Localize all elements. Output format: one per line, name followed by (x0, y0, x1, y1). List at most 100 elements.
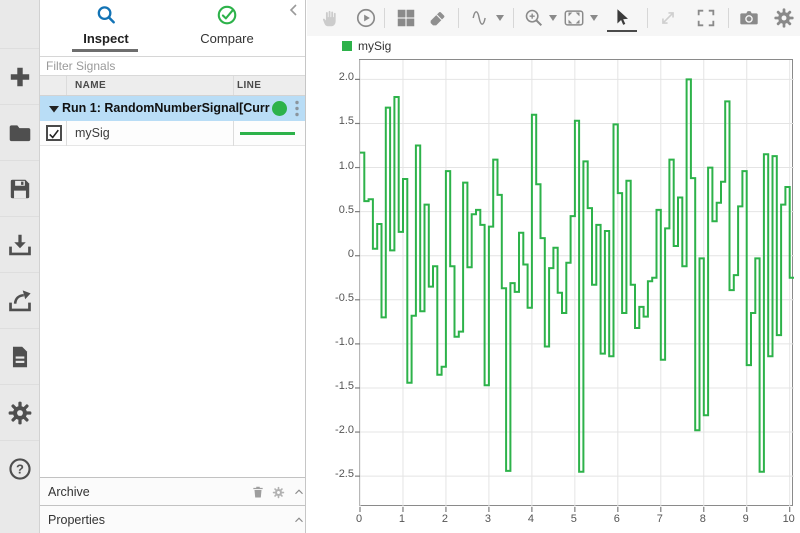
column-header-name: NAME (75, 80, 107, 91)
x-axis-tick-label: 7 (656, 513, 663, 525)
x-axis-tick-label: 0 (355, 513, 363, 525)
collapse-panel-button[interactable] (287, 2, 301, 18)
help-button[interactable]: ? (0, 440, 39, 496)
chevron-left-icon (289, 4, 297, 16)
signal-line-swatch (240, 132, 295, 135)
y-axis-tick-label: 2.0 (338, 71, 354, 84)
open-button[interactable] (0, 104, 39, 160)
x-axis-tick-label: 4 (527, 513, 534, 525)
y-axis-tick-label: -2.0 (335, 424, 354, 437)
selected-tab-underline (72, 49, 138, 52)
tab-inspect[interactable]: Inspect (51, 4, 161, 48)
properties-label: Properties (48, 513, 105, 527)
plot-settings-button[interactable] (773, 7, 795, 29)
y-axis-tick-label: -1.0 (335, 335, 354, 348)
column-divider (66, 121, 67, 146)
signal-table-header: NAME LINE (40, 76, 305, 96)
signals-menu-button[interactable] (470, 7, 492, 29)
column-header-line: LINE (237, 80, 262, 91)
help-icon: ? (8, 457, 31, 480)
expander-triangle-icon[interactable] (49, 105, 59, 113)
column-divider (66, 76, 67, 95)
x-axis-tick-label: 6 (613, 513, 620, 525)
toolbar-separator (728, 8, 729, 28)
import-button[interactable] (0, 216, 39, 272)
plot-canvas[interactable] (355, 59, 794, 512)
kebab-menu-icon[interactable] (291, 99, 303, 118)
fullscreen-button[interactable] (695, 7, 717, 29)
run-status-dot (272, 101, 287, 116)
filter-signals-input[interactable] (40, 57, 305, 76)
layout-button[interactable] (395, 7, 417, 29)
zoom-in-button[interactable] (523, 7, 545, 29)
archive-section-header[interactable]: Archive (40, 477, 305, 505)
run-row[interactable]: Run 1: RandomNumberSignal[Current] (40, 96, 305, 121)
x-axis-tick-label: 5 (570, 513, 577, 525)
signal-wave-icon (472, 11, 486, 25)
y-axis-tick-label: -2.5 (335, 468, 354, 481)
fit-to-view-button[interactable] (563, 7, 585, 29)
replay-button[interactable] (355, 7, 377, 29)
properties-section-header[interactable]: Properties (40, 505, 305, 533)
signal-row-mysig[interactable]: mySig (40, 121, 305, 146)
add-icon (10, 67, 29, 86)
eraser-icon (430, 12, 445, 26)
zoom-in-icon (525, 9, 543, 27)
svg-text:?: ? (16, 461, 24, 476)
x-axis-tick-label: 9 (742, 513, 749, 525)
fit-to-view-icon (564, 10, 584, 26)
x-axis-tick-label: 10 (782, 513, 795, 525)
folder-icon (9, 124, 30, 141)
preferences-button[interactable] (0, 384, 39, 440)
trash-icon[interactable] (251, 485, 265, 499)
expand-diagonal-icon (662, 12, 674, 24)
create-report-button[interactable] (0, 328, 39, 384)
checkmark-icon (49, 129, 59, 139)
y-axis-tick-label: 1.5 (338, 115, 354, 128)
signal-checkbox[interactable] (46, 125, 62, 141)
check-circle-icon (217, 5, 236, 25)
hand-pan-icon (322, 10, 336, 27)
camera-icon (740, 11, 758, 25)
erase-button[interactable] (427, 7, 449, 29)
chevron-down-icon[interactable] (549, 15, 557, 21)
y-axis-tick-label: -1.5 (335, 379, 354, 392)
column-divider (233, 121, 234, 146)
column-divider (233, 76, 234, 95)
panel-tabbar: Inspect Compare (40, 0, 305, 57)
gear-icon (8, 401, 31, 424)
y-axis-tick-label: 1.0 (338, 159, 354, 172)
x-axis-tick-label: 1 (398, 513, 406, 525)
collapse-archive-chevron-icon[interactable] (292, 485, 306, 499)
pan-button[interactable] (320, 7, 342, 29)
tab-inspect-label: Inspect (83, 31, 129, 46)
toolbar-separator (647, 8, 648, 28)
link-axes-button[interactable] (657, 7, 679, 29)
x-axis-tick-label: 3 (484, 513, 491, 525)
export-icon (8, 289, 31, 311)
archive-label: Archive (48, 485, 90, 499)
tab-compare[interactable]: Compare (172, 4, 282, 48)
x-axis-tick-label: 8 (699, 513, 706, 525)
export-button[interactable] (0, 272, 39, 328)
save-button[interactable] (0, 160, 39, 216)
snapshot-button[interactable] (738, 7, 760, 29)
pointer-button[interactable] (611, 7, 633, 29)
y-axis-tick-label: -0.5 (335, 291, 354, 304)
layout-grid-icon (397, 9, 415, 27)
legend-label: mySig (358, 39, 392, 53)
archive-gear-icon[interactable] (272, 486, 285, 499)
stairstep-signal-plot[interactable] (355, 60, 794, 512)
cursor-arrow-icon (617, 9, 628, 25)
chevron-down-icon[interactable] (590, 15, 598, 21)
y-axis-tick-label: 0.5 (338, 203, 354, 216)
x-axis-tick-label: 2 (441, 513, 448, 525)
add-button[interactable] (0, 48, 39, 104)
collapse-properties-chevron-icon[interactable] (292, 513, 306, 527)
run-label: Run 1: RandomNumberSignal[Current] (62, 101, 270, 115)
gear-icon (774, 8, 794, 28)
chevron-down-icon[interactable] (496, 15, 504, 21)
import-icon (8, 234, 31, 255)
filter-row (40, 57, 305, 76)
toolbar-separator (384, 8, 385, 28)
